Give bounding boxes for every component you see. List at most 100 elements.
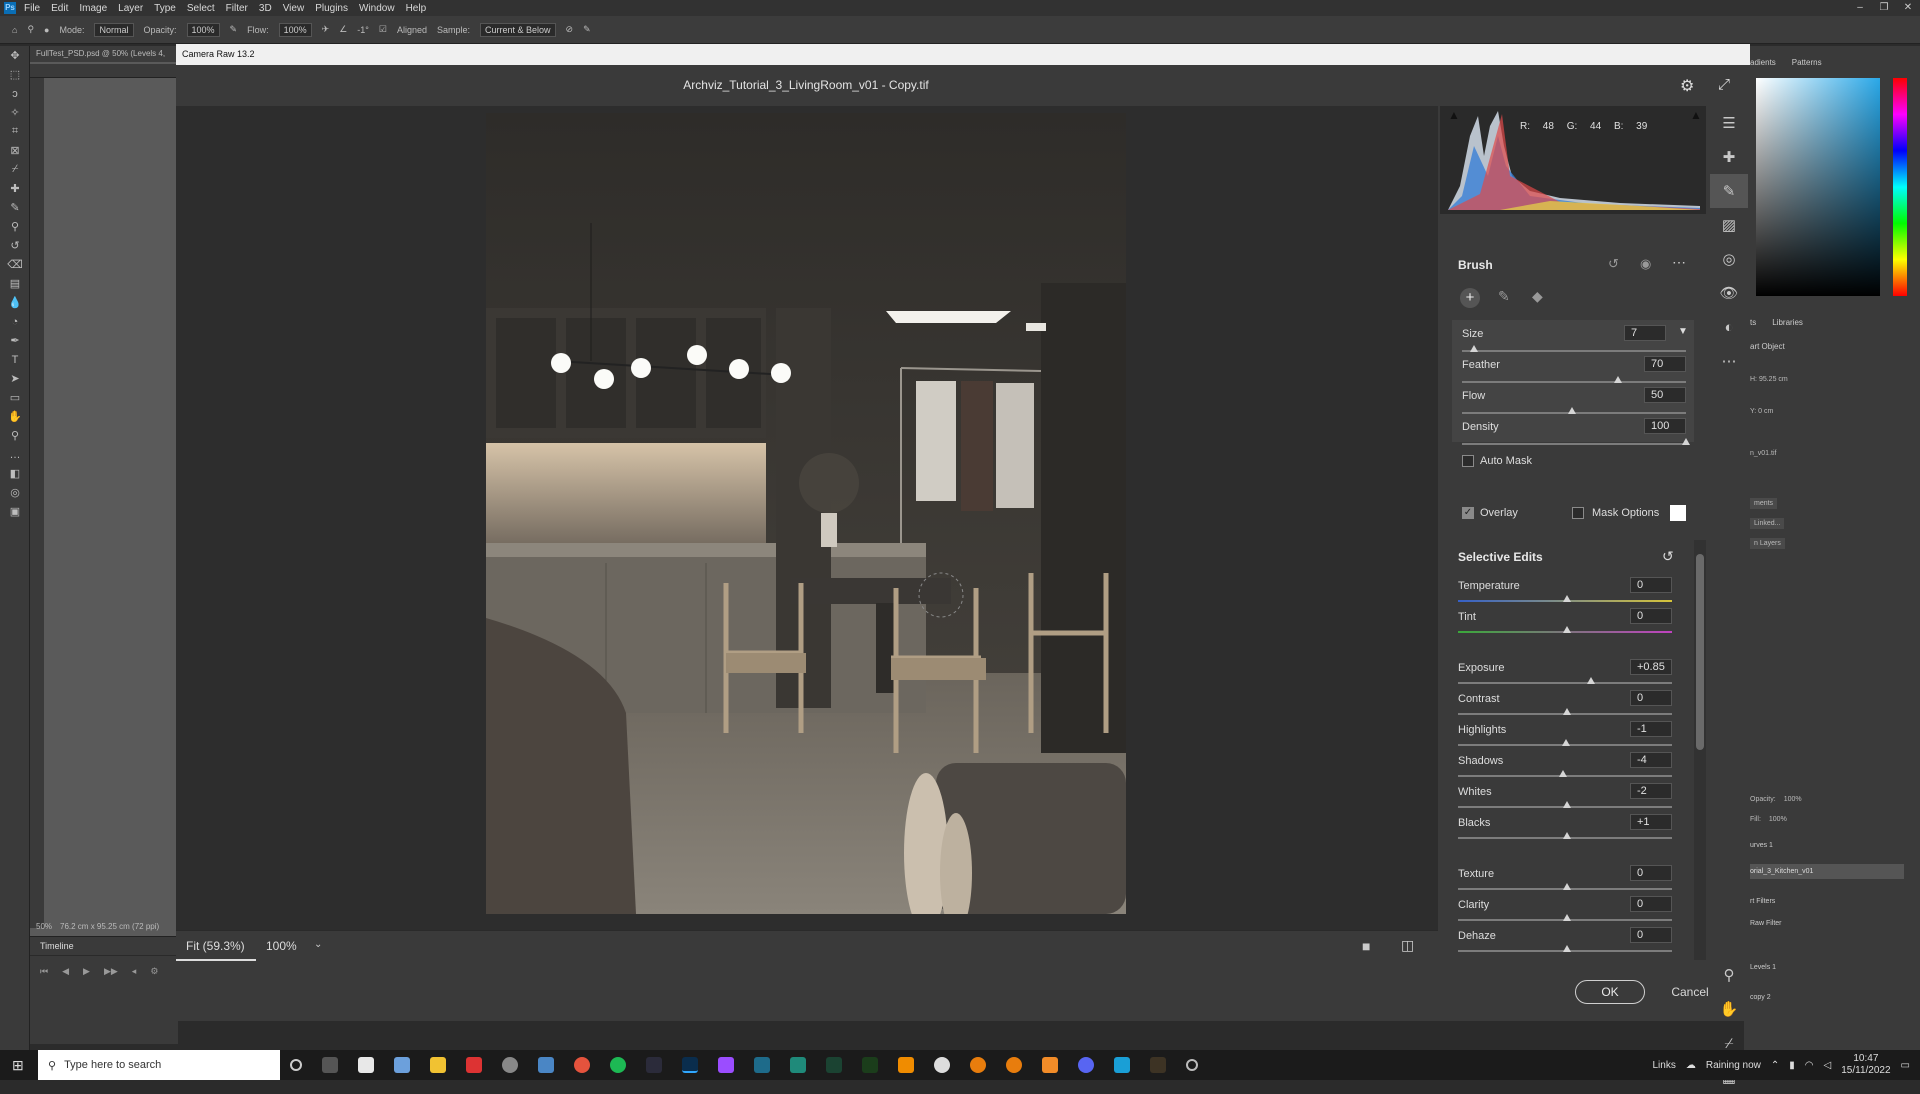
move-tool-icon[interactable]: ✥: [0, 46, 30, 65]
size-field[interactable]: 7: [1624, 325, 1666, 341]
quick-mask-icon[interactable]: ◎: [0, 483, 30, 502]
reset-icon[interactable]: ↺: [1608, 256, 1619, 272]
visibility-eye-icon[interactable]: ◉: [1640, 256, 1651, 272]
minimize-icon[interactable]: –: [1848, 0, 1872, 16]
libraries-tab[interactable]: Libraries: [1772, 318, 1803, 327]
shadow-clip-icon[interactable]: ▲: [1448, 108, 1460, 122]
blur-icon[interactable]: 💧: [0, 293, 30, 312]
selective-slider-track[interactable]: [1458, 682, 1672, 684]
selective-slider-thumb[interactable]: [1563, 945, 1571, 952]
feather-slider-thumb[interactable]: [1614, 376, 1622, 383]
angle-value[interactable]: -1°: [357, 25, 369, 35]
layer-opacity[interactable]: 100%: [1784, 796, 1802, 803]
crop-tool-icon[interactable]: ⌗: [0, 122, 30, 141]
brush-preset-icon[interactable]: ●: [44, 25, 49, 35]
hue-slider[interactable]: [1893, 78, 1907, 296]
cancel-button[interactable]: Cancel: [1660, 980, 1720, 1004]
dodge-icon[interactable]: ◔: [0, 312, 30, 331]
app-icon[interactable]: [790, 1057, 806, 1073]
document-tab[interactable]: FullTest_PSD.psd @ 50% (Levels 4,: [30, 46, 178, 62]
highlight-clip-icon[interactable]: ▲: [1690, 108, 1702, 122]
timeline-settings-icon[interactable]: ⚙: [150, 966, 158, 977]
marquee-tool-icon[interactable]: ⬚: [0, 65, 30, 84]
blender-icon[interactable]: [1006, 1057, 1022, 1073]
opacity-field[interactable]: 100%: [186, 22, 220, 37]
pressure-icon[interactable]: ✎: [230, 24, 238, 35]
mode-select[interactable]: Normal: [94, 22, 134, 37]
color-picker-field[interactable]: [1756, 78, 1880, 296]
size-slider-track[interactable]: [1462, 350, 1686, 352]
brush-tool-icon[interactable]: ✎: [0, 198, 30, 217]
smart-filters-row[interactable]: rt Filters: [1750, 898, 1775, 905]
selective-slider-thumb[interactable]: [1559, 770, 1567, 777]
color-swatches-icon[interactable]: ◧: [0, 464, 30, 483]
layer-fill[interactable]: 100%: [1769, 816, 1787, 823]
size-slider-thumb[interactable]: [1470, 345, 1478, 352]
settings-gear-icon[interactable]: ⚙: [1680, 76, 1694, 96]
path-select-icon[interactable]: ➤: [0, 369, 30, 388]
links-label[interactable]: Links: [1652, 1060, 1675, 1071]
flow-slider-thumb[interactable]: [1568, 407, 1576, 414]
volume-icon[interactable]: ◁: [1824, 1060, 1832, 1071]
linked-button[interactable]: Linked...: [1750, 518, 1785, 529]
brush-add-icon[interactable]: +: [1460, 288, 1480, 308]
history-brush-icon[interactable]: ↺: [0, 236, 30, 255]
flow-field[interactable]: 50: [1644, 387, 1686, 403]
feather-field[interactable]: 70: [1644, 356, 1686, 372]
density-field[interactable]: 100: [1644, 418, 1686, 434]
layer-row[interactable]: urves 1: [1750, 842, 1773, 849]
selective-slider-thumb[interactable]: [1563, 708, 1571, 715]
menu-edit[interactable]: Edit: [51, 3, 68, 14]
sample-select[interactable]: Current & Below: [480, 22, 556, 37]
mask-options-checkbox[interactable]: [1572, 507, 1584, 519]
photoshop-taskbar-icon[interactable]: [682, 1057, 698, 1073]
discord-icon[interactable]: [1078, 1057, 1094, 1073]
app-icon[interactable]: [1114, 1057, 1130, 1073]
app-icon[interactable]: [718, 1057, 734, 1073]
menu-view[interactable]: View: [283, 3, 305, 14]
gradients-tab[interactable]: adients: [1750, 58, 1776, 67]
healing-icon[interactable]: ✚: [0, 179, 30, 198]
clone-stamp-icon[interactable]: ⚲: [27, 24, 34, 35]
taskbar-search[interactable]: ⚲ Type here to search: [38, 1050, 280, 1080]
linear-gradient-icon[interactable]: ▨: [1710, 208, 1748, 242]
edit-sliders-icon[interactable]: ☰: [1710, 106, 1748, 140]
timeline-tab[interactable]: Timeline: [30, 937, 178, 956]
menu-window[interactable]: Window: [359, 3, 395, 14]
zoom-percent[interactable]: 100%: [266, 939, 297, 953]
zoom-dropdown-icon[interactable]: ⌄: [314, 939, 322, 950]
menu-layer[interactable]: Layer: [118, 3, 143, 14]
menu-3d[interactable]: 3D: [259, 3, 272, 14]
view-single-icon[interactable]: ■: [1362, 938, 1370, 954]
selective-reset-icon[interactable]: ↺: [1662, 548, 1674, 565]
selective-slider-thumb[interactable]: [1563, 626, 1571, 633]
app-icon[interactable]: [898, 1057, 914, 1073]
selective-slider-thumb[interactable]: [1587, 677, 1595, 684]
home-icon[interactable]: ⌂: [12, 25, 17, 35]
presets-icon[interactable]: ◐: [1710, 310, 1748, 344]
app-icon[interactable]: [538, 1057, 554, 1073]
zoom-fit[interactable]: Fit (59.3%): [186, 939, 245, 953]
stamp-tool-icon[interactable]: ⚲: [0, 217, 30, 236]
density-slider-track[interactable]: [1462, 443, 1686, 445]
brush-subtract-icon[interactable]: ✎: [1498, 288, 1510, 305]
more-tools-icon[interactable]: …: [0, 445, 30, 464]
aligned-checkbox[interactable]: ☑: [379, 24, 387, 35]
app-icon[interactable]: [646, 1057, 662, 1073]
type-tool-icon[interactable]: T: [0, 350, 30, 369]
selective-slider-thumb[interactable]: [1563, 801, 1571, 808]
app-icon[interactable]: [934, 1057, 950, 1073]
overlay-checkbox[interactable]: ✓: [1462, 507, 1474, 519]
sync-icon[interactable]: [1186, 1059, 1198, 1071]
calculator-icon[interactable]: [394, 1057, 410, 1073]
layer-row-selected[interactable]: orial_3_Kitchen_v01: [1744, 864, 1904, 879]
healing-tool-icon[interactable]: ✚: [1710, 140, 1748, 174]
gradient-icon[interactable]: ▤: [0, 274, 30, 293]
blender-icon[interactable]: [970, 1057, 986, 1073]
menu-select[interactable]: Select: [187, 3, 215, 14]
size-dropdown-icon[interactable]: ▼: [1678, 326, 1688, 337]
app-icon[interactable]: [466, 1057, 482, 1073]
auto-mask-checkbox[interactable]: [1462, 455, 1474, 467]
preview-image[interactable]: [486, 113, 1126, 914]
file-explorer-icon[interactable]: [430, 1057, 446, 1073]
